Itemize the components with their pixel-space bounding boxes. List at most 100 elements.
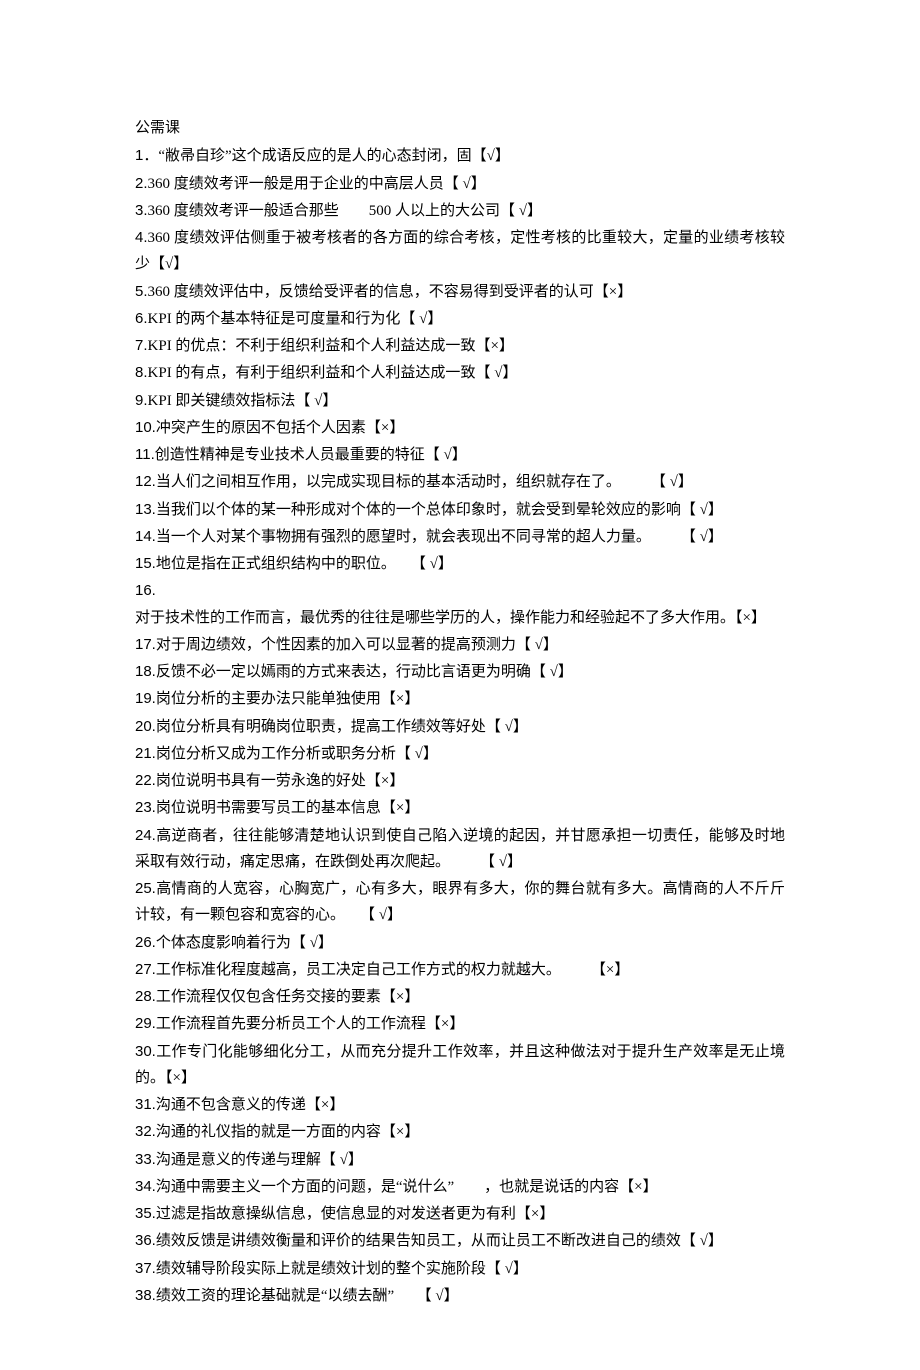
question-item: 15.地位是指在正式组织结构中的职位。 【 √】 [135, 551, 785, 577]
item-text: 沟通不包含意义的传递【×】 [156, 1097, 344, 1113]
item-number: 21. [135, 745, 156, 762]
question-item: 38.绩效工资的理论基础就是“以绩去酬” 【 √】 [135, 1283, 785, 1309]
question-item: 13.当我们以个体的某一种形成对个体的一个总体印象时，就会受到晕轮效应的影响【 … [135, 497, 785, 523]
item-text: 对于周边绩效，个性因素的加入可以显著的提高预测力【 √】 [156, 637, 558, 653]
item-number: 22. [135, 772, 156, 789]
question-item: 35.过滤是指故意操纵信息，使信息显的对发送者更为有利【×】 [135, 1201, 785, 1227]
question-item: 27.工作标准化程度越高，员工决定自己工作方式的权力就越大。 【×】 [135, 957, 785, 983]
question-item: 2.360 度绩效考评一般是用于企业的中高层人员【 √】 [135, 171, 785, 197]
item-text: 工作流程首先要分析员工个人的工作流程【×】 [156, 1016, 464, 1032]
question-item: 33.沟通是意义的传递与理解【 √】 [135, 1147, 785, 1173]
item-text: 工作标准化程度越高，员工决定自己工作方式的权力就越大。 【×】 [156, 962, 629, 978]
item-text: 360 度绩效评估侧重于被考核者的各方面的综合考核，定性考核的比重较大，定量的业… [135, 230, 785, 272]
document-title: 公需课 [135, 115, 785, 141]
question-item: 6.KPI 的两个基本特征是可度量和行为化【 √】 [135, 306, 785, 332]
item-number: 12. [135, 473, 156, 490]
item-number: 19. [135, 690, 156, 707]
item-number: 16. [135, 582, 156, 599]
item-number: 38. [135, 1287, 156, 1304]
question-item: 32.沟通的礼仪指的就是一方面的内容【×】 [135, 1119, 785, 1145]
item-text: 360 度绩效评估中，反馈给受评者的信息，不容易得到受评者的认可【×】 [148, 284, 633, 300]
item-number: 36. [135, 1232, 156, 1249]
item-text: 沟通中需要主义一个方面的问题，是“说什么” ，也就是说话的内容【×】 [156, 1179, 658, 1195]
item-number: 2. [135, 175, 148, 192]
question-item: 36.绩效反馈是讲绩效衡量和评价的结果告知员工，从而让员工不断改进自己的绩效【 … [135, 1228, 785, 1254]
item-number: 24. [135, 827, 156, 844]
item-text: KPI 的优点：不利于组织利益和个人利益达成一致【×】 [148, 338, 514, 354]
item-number: 23. [135, 799, 156, 816]
item-text: 对于技术性的工作而言，最优秀的往往是哪些学历的人，操作能力和经验起不了多大作用。… [135, 610, 766, 626]
item-number: 9. [135, 392, 148, 409]
item-text: 工作流程仅仅包含任务交接的要素【×】 [156, 989, 419, 1005]
item-number: 37. [135, 1260, 156, 1277]
item-text: 个体态度影响着行为【 √】 [156, 935, 333, 951]
question-item: 31.沟通不包含意义的传递【×】 [135, 1092, 785, 1118]
item-number: 6. [135, 310, 148, 327]
item-number: 10. [135, 419, 156, 436]
item-text: 岗位说明书需要写员工的基本信息【×】 [156, 800, 419, 816]
question-item: 24.高逆商者，往往能够清楚地认识到使自己陷入逆境的起因，并甘愿承担一切责任，能… [135, 823, 785, 876]
item-number: 35. [135, 1205, 156, 1222]
item-number: 17. [135, 636, 156, 653]
item-number: 11. [135, 446, 155, 463]
item-text: 360 度绩效考评一般适合那些 500 人以上的大公司【 √】 [148, 203, 543, 219]
item-text: KPI 的有点，有利于组织利益和个人利益达成一致【 √】 [148, 365, 518, 381]
item-text: 过滤是指故意操纵信息，使信息显的对发送者更为有利【×】 [156, 1206, 554, 1222]
item-text: 绩效反馈是讲绩效衡量和评价的结果告知员工，从而让员工不断改进自己的绩效【 √】 [156, 1233, 723, 1249]
item-number: 1． [135, 147, 158, 164]
item-number: 15. [135, 555, 156, 572]
item-text: 当我们以个体的某一种形成对个体的一个总体印象时，就会受到晕轮效应的影响【 √】 [156, 502, 723, 518]
item-text: 高逆商者，往往能够清楚地认识到使自己陷入逆境的起因，并甘愿承担一切责任，能够及时… [135, 828, 785, 870]
question-item: 14.当一个人对某个事物拥有强烈的愿望时，就会表现出不同寻常的超人力量。 【 √… [135, 524, 785, 550]
item-number: 7. [135, 337, 148, 354]
item-number: 13. [135, 501, 156, 518]
question-item: 30.工作专门化能够细化分工，从而充分提升工作效率，并且这种做法对于提升生产效率… [135, 1039, 785, 1092]
item-number: 33. [135, 1151, 156, 1168]
item-text: 当人们之间相互作用，以完成实现目标的基本活动时，组织就存在了。 【 √】 [156, 474, 693, 490]
item-text: 当一个人对某个事物拥有强烈的愿望时，就会表现出不同寻常的超人力量。 【 √】 [156, 529, 723, 545]
question-item: 3.360 度绩效考评一般适合那些 500 人以上的大公司【 √】 [135, 198, 785, 224]
item-text: 反馈不必一定以嫣雨的方式来表达，行动比言语更为明确【 √】 [156, 664, 573, 680]
question-item: 4.360 度绩效评估侧重于被考核者的各方面的综合考核，定性考核的比重较大，定量… [135, 225, 785, 278]
question-item: 23.岗位说明书需要写员工的基本信息【×】 [135, 795, 785, 821]
question-item: 10.冲突产生的原因不包括个人因素【×】 [135, 415, 785, 441]
question-item: 34.沟通中需要主义一个方面的问题，是“说什么” ，也就是说话的内容【×】 [135, 1174, 785, 1200]
item-text: 沟通是意义的传递与理解【 √】 [156, 1152, 363, 1168]
item-number: 31. [135, 1096, 156, 1113]
question-item: 7.KPI 的优点：不利于组织利益和个人利益达成一致【×】 [135, 333, 785, 359]
item-text: 冲突产生的原因不包括个人因素【×】 [156, 420, 404, 436]
item-text: KPI 即关键绩效指标法【 √】 [148, 393, 338, 409]
item-text: 沟通的礼仪指的就是一方面的内容【×】 [156, 1124, 419, 1140]
item-text: 工作专门化能够细化分工，从而充分提升工作效率，并且这种做法对于提升生产效率是无止… [135, 1044, 785, 1086]
item-number: 14. [135, 528, 156, 545]
question-item: 28.工作流程仅仅包含任务交接的要素【×】 [135, 984, 785, 1010]
question-item: 18.反馈不必一定以嫣雨的方式来表达，行动比言语更为明确【 √】 [135, 659, 785, 685]
question-item: 21.岗位分析又成为工作分析或职务分析【 √】 [135, 741, 785, 767]
item-text: 创造性精神是专业技术人员最重要的特征【 √】 [155, 447, 467, 463]
question-item: 37.绩效辅导阶段实际上就是绩效计划的整个实施阶段【 √】 [135, 1256, 785, 1282]
item-number: 3. [135, 202, 148, 219]
item-text: 岗位分析又成为工作分析或职务分析【 √】 [156, 746, 438, 762]
question-item: 26.个体态度影响着行为【 √】 [135, 930, 785, 956]
item-number: 30. [135, 1043, 156, 1060]
question-item: 9.KPI 即关键绩效指标法【 √】 [135, 388, 785, 414]
item-text: “敝帚自珍”这个成语反应的是人的心态封闭，固【√】 [158, 148, 510, 164]
question-item: 1．“敝帚自珍”这个成语反应的是人的心态封闭，固【√】 [135, 143, 785, 169]
item-number: 27. [135, 961, 156, 978]
question-item: 8.KPI 的有点，有利于组织利益和个人利益达成一致【 √】 [135, 360, 785, 386]
item-text: KPI 的两个基本特征是可度量和行为化【 √】 [148, 311, 443, 327]
question-item: 29.工作流程首先要分析员工个人的工作流程【×】 [135, 1011, 785, 1037]
item-text: 绩效工资的理论基础就是“以绩去酬” 【 √】 [156, 1288, 459, 1304]
item-number: 4. [135, 229, 148, 246]
item-text: 绩效辅导阶段实际上就是绩效计划的整个实施阶段【 √】 [156, 1261, 528, 1277]
item-number: 28. [135, 988, 156, 1005]
item-number: 29. [135, 1015, 156, 1032]
question-item: 5.360 度绩效评估中，反馈给受评者的信息，不容易得到受评者的认可【×】 [135, 279, 785, 305]
item-text: 360 度绩效考评一般是用于企业的中高层人员【 √】 [148, 176, 486, 192]
item-text: 地位是指在正式组织结构中的职位。 【 √】 [156, 556, 453, 572]
item-number: 20. [135, 718, 156, 735]
question-item: 20.岗位分析具有明确岗位职责，提高工作绩效等好处【 √】 [135, 714, 785, 740]
question-item: 22.岗位说明书具有一劳永逸的好处【×】 [135, 768, 785, 794]
question-item: 12.当人们之间相互作用，以完成实现目标的基本活动时，组织就存在了。 【 √】 [135, 469, 785, 495]
item-number: 18. [135, 663, 156, 680]
